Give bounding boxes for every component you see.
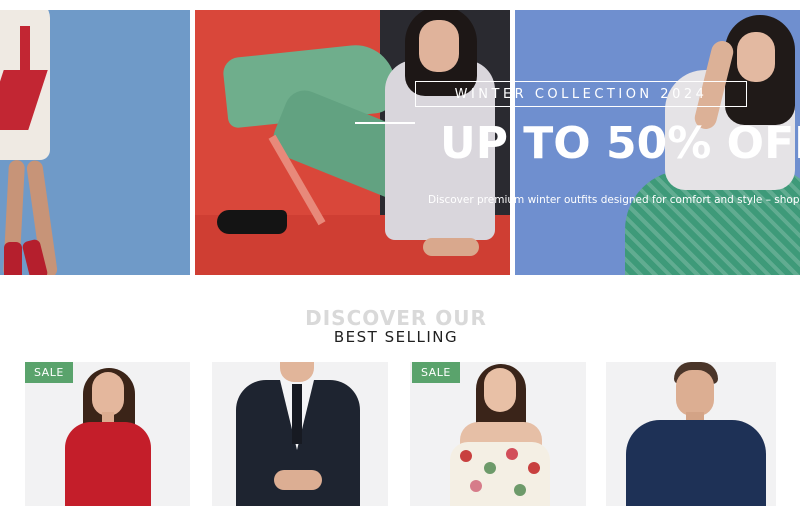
hero-image-left (0, 10, 190, 275)
hero-collection-tag: WINTER COLLECTION 2024 (415, 81, 747, 107)
sale-badge: SALE (412, 362, 460, 383)
product-card[interactable] (25, 362, 190, 506)
hero-subtext: Discover premium winter outfits designed… (428, 194, 800, 206)
product-card[interactable] (410, 362, 586, 506)
section-heading: BEST SELLING (333, 328, 459, 346)
hero-headline: UP TO 50% OFF (440, 118, 800, 169)
product-card[interactable] (212, 362, 388, 506)
product-card[interactable] (606, 362, 776, 506)
sale-badge: SALE (25, 362, 73, 383)
section-heading-faded: DISCOVER OUR (305, 306, 487, 330)
hero-accent-line (355, 122, 415, 124)
